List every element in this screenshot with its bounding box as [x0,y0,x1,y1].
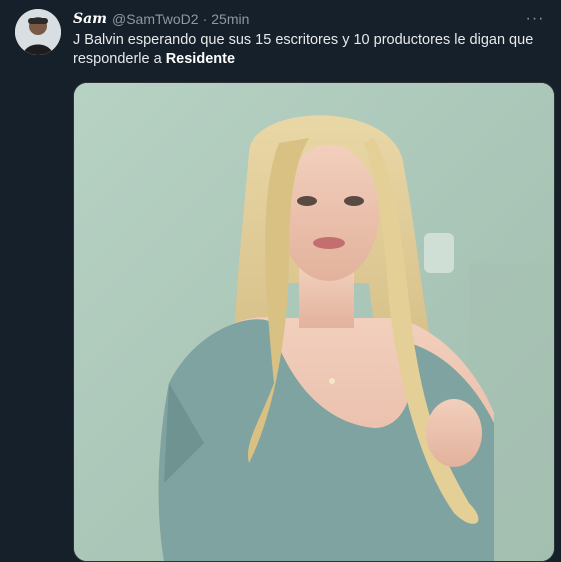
author-avatar[interactable] [15,9,61,55]
author-name[interactable]: Sam [73,11,107,27]
tweet-timestamp[interactable]: 25min [211,11,249,27]
tweet-text-body: J Balvin esperando que sus 15 escritores… [73,32,534,67]
tweet[interactable]: Sam @SamTwoD2 · 25min ··· J Balvin esper… [0,0,561,562]
tweet-text: J Balvin esperando que sus 15 escritores… [73,31,543,69]
avatar-image [15,9,61,55]
photo-of-crying-blonde-woman-icon [74,83,554,561]
tweet-text-mention: Residente [165,51,236,67]
tweet-media-photo[interactable] [73,82,555,562]
separator-dot: · [202,11,208,27]
more-options-icon[interactable]: ··· [525,9,545,29]
tweet-header: Sam @SamTwoD2 · 25min ··· [73,9,545,29]
author-handle[interactable]: @SamTwoD2 [112,11,199,27]
